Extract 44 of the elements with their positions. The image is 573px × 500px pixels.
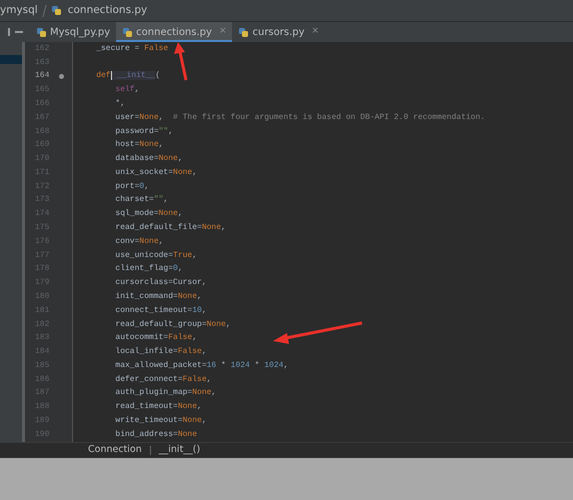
code-line: unix_socket=None, [114, 166, 198, 179]
breadcrumb-item[interactable]: connections.py [68, 2, 148, 18]
code-line: host=None, [114, 139, 164, 152]
code-line: def __init__( [95, 70, 160, 82]
breadcrumb-item[interactable]: ymysql [0, 2, 38, 18]
code-line: use_unicode=True, [114, 250, 198, 262]
code-line: defer_connect=False, [114, 374, 212, 386]
code-line: local_infile=False, [114, 346, 207, 358]
close-icon[interactable]: × [312, 25, 320, 39]
code-line: *, [114, 98, 126, 110]
breadcrumb-item[interactable]: Connection [88, 443, 142, 458]
code-line: cursorclass=Cursor, [114, 277, 207, 290]
code-line: conv=None, [114, 236, 164, 248]
code-line: self, [114, 84, 140, 96]
code-line: connect_timeout=10, [114, 304, 207, 317]
breadcrumb-item[interactable]: __init__() [158, 443, 200, 458]
code-line: port=0, [114, 180, 150, 193]
file-tab[interactable]: connections.py × [116, 22, 232, 42]
code-line: read_default_group=None, [114, 318, 231, 331]
python-file-icon [122, 26, 134, 38]
code-line: _secure = False [95, 42, 168, 55]
file-tab[interactable]: cursors.py × [232, 22, 326, 42]
file-tab[interactable]: Mysql_py.py [30, 22, 116, 42]
code-line: database=None, [114, 153, 183, 166]
python-file-icon [50, 5, 62, 16]
code-line: write_timeout=None, [114, 414, 207, 427]
bookmark-icon [59, 74, 64, 79]
code-line: read_timeout=None, [114, 401, 202, 414]
code-line: max_allowed_packet=16 * 1024 * 1024, [114, 360, 288, 372]
python-file-icon [238, 26, 250, 38]
code-line: read_default_file=None, [114, 222, 226, 234]
code-line: charset="", [114, 194, 168, 206]
minimize-icon[interactable] [14, 31, 22, 33]
code-line: user=None, # The first four arguments is based on DB-API 2.0 recommendation. [114, 112, 486, 124]
python-file-icon [36, 26, 47, 38]
code-line: auth_plugin_map=None, [114, 387, 216, 400]
line-number: 164 [35, 70, 50, 82]
annotation-arrow [174, 42, 188, 80]
code-line: sql_mode=None, [114, 208, 183, 220]
code-line: password="", [114, 126, 174, 138]
code-line: bind_address=None [114, 428, 198, 441]
code-line: init_command=None, [114, 290, 202, 303]
code-line: autocommit=False, [114, 332, 198, 344]
code-line: client_flag=0, [114, 263, 183, 276]
